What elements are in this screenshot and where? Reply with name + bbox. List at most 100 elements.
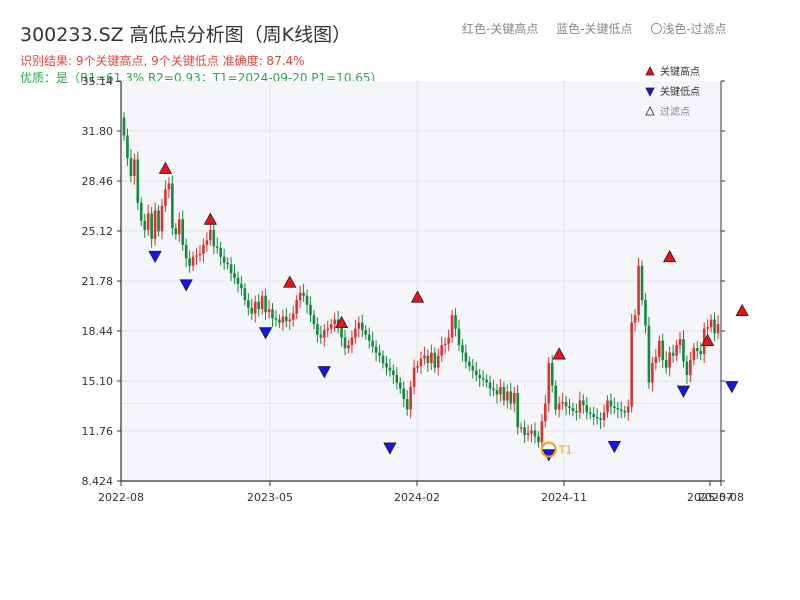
candle-body xyxy=(419,358,423,367)
key-low-marker xyxy=(725,381,739,394)
candle-body xyxy=(664,360,668,368)
candle-body xyxy=(454,315,457,329)
candle-body xyxy=(291,313,295,320)
key-high-marker xyxy=(735,303,749,317)
candle-body xyxy=(274,318,278,320)
candle-body xyxy=(264,295,267,313)
candle-body xyxy=(202,244,205,254)
candle-body xyxy=(405,399,409,410)
x-tick-label: 2024-11 xyxy=(541,491,587,504)
y-tick-label: 28.46 xyxy=(82,175,114,188)
candle-body xyxy=(568,406,571,408)
x-tick-label: 2025-08 xyxy=(698,491,744,504)
candle-body xyxy=(205,240,209,245)
candle-body xyxy=(136,159,140,203)
candle-body xyxy=(174,228,178,235)
y-tick-label: 31.80 xyxy=(82,125,114,138)
candle-body xyxy=(160,205,164,232)
candle-body xyxy=(295,300,298,314)
candle-body xyxy=(564,402,568,407)
candle-body xyxy=(153,210,157,239)
candle-body xyxy=(122,117,126,136)
candle-body xyxy=(412,367,416,388)
candle-body xyxy=(485,379,488,383)
candle-body xyxy=(188,258,191,266)
candle-body xyxy=(716,324,720,334)
candle-body xyxy=(682,339,685,362)
candle-body xyxy=(713,319,716,334)
candle-body xyxy=(433,352,437,368)
candle-body xyxy=(557,403,561,410)
candle-body xyxy=(616,407,620,410)
candle-body xyxy=(302,292,305,296)
candle-body xyxy=(133,159,136,176)
candle-body xyxy=(381,355,385,364)
legend-label: 关键低点 xyxy=(660,85,700,98)
candle-body xyxy=(378,352,381,356)
candle-body xyxy=(285,316,288,322)
candle-body xyxy=(257,301,260,310)
candle-body xyxy=(585,405,589,413)
x-tick-label: 2022-08 xyxy=(98,491,144,504)
y-tick-label: 35.14 xyxy=(82,75,114,88)
candle-body xyxy=(709,319,713,328)
candlestick-chart: T1 35.14 31.80 28.46 25.12 21.78 18.44 15.10 11… xyxy=(82,65,749,504)
candle-body xyxy=(537,436,540,443)
candle-body xyxy=(267,309,271,313)
candle-body xyxy=(633,315,637,323)
legend-label: 过滤点 xyxy=(660,105,690,118)
candle-body xyxy=(129,157,133,176)
candle-body xyxy=(360,322,364,331)
candle-body xyxy=(240,283,243,289)
candle-body xyxy=(661,340,665,361)
candle-body xyxy=(278,319,281,323)
candle-body xyxy=(326,328,330,331)
candle-body xyxy=(509,391,513,404)
candle-body xyxy=(526,433,530,435)
candle-body xyxy=(146,213,150,230)
candle-body xyxy=(260,295,264,310)
candle-body xyxy=(512,393,516,404)
candle-body xyxy=(592,413,595,417)
candle-body xyxy=(409,387,412,410)
candle-body xyxy=(157,210,160,232)
candle-body xyxy=(678,339,682,346)
candle-body xyxy=(374,346,378,353)
candle-body xyxy=(385,363,388,368)
candle-body xyxy=(695,348,699,352)
legend-label: 关键高点 xyxy=(660,65,700,78)
candle-body xyxy=(350,337,354,346)
candle-body xyxy=(499,387,502,395)
candle-body xyxy=(367,334,371,341)
candle-body xyxy=(250,307,254,314)
y-tick-label: 11.76 xyxy=(82,425,114,438)
candle-body xyxy=(305,295,309,305)
candle-body xyxy=(392,370,395,376)
candle-body xyxy=(436,355,440,368)
candle-body xyxy=(623,410,627,413)
candle-body xyxy=(647,325,651,383)
legend-marker xyxy=(645,66,655,76)
candle-body xyxy=(395,375,399,383)
candle-body xyxy=(595,416,599,419)
candle-body xyxy=(371,340,374,347)
candle-body xyxy=(316,324,319,335)
candle-body xyxy=(675,345,678,356)
candle-body xyxy=(599,418,602,420)
candle-body xyxy=(488,382,492,389)
candle-body xyxy=(685,361,689,376)
candle-body xyxy=(143,220,147,230)
candle-body xyxy=(181,219,185,245)
candle-body xyxy=(229,264,233,274)
candle-body xyxy=(671,352,675,356)
candle-body xyxy=(519,427,523,429)
candle-body xyxy=(329,324,333,329)
candle-body xyxy=(126,135,129,158)
candle-body xyxy=(464,352,468,362)
candle-body xyxy=(447,337,450,344)
candle-body xyxy=(167,183,171,190)
candle-body xyxy=(195,255,198,257)
candle-body xyxy=(561,402,564,404)
candle-body xyxy=(323,330,326,338)
y-tick-label: 25.12 xyxy=(82,225,114,238)
